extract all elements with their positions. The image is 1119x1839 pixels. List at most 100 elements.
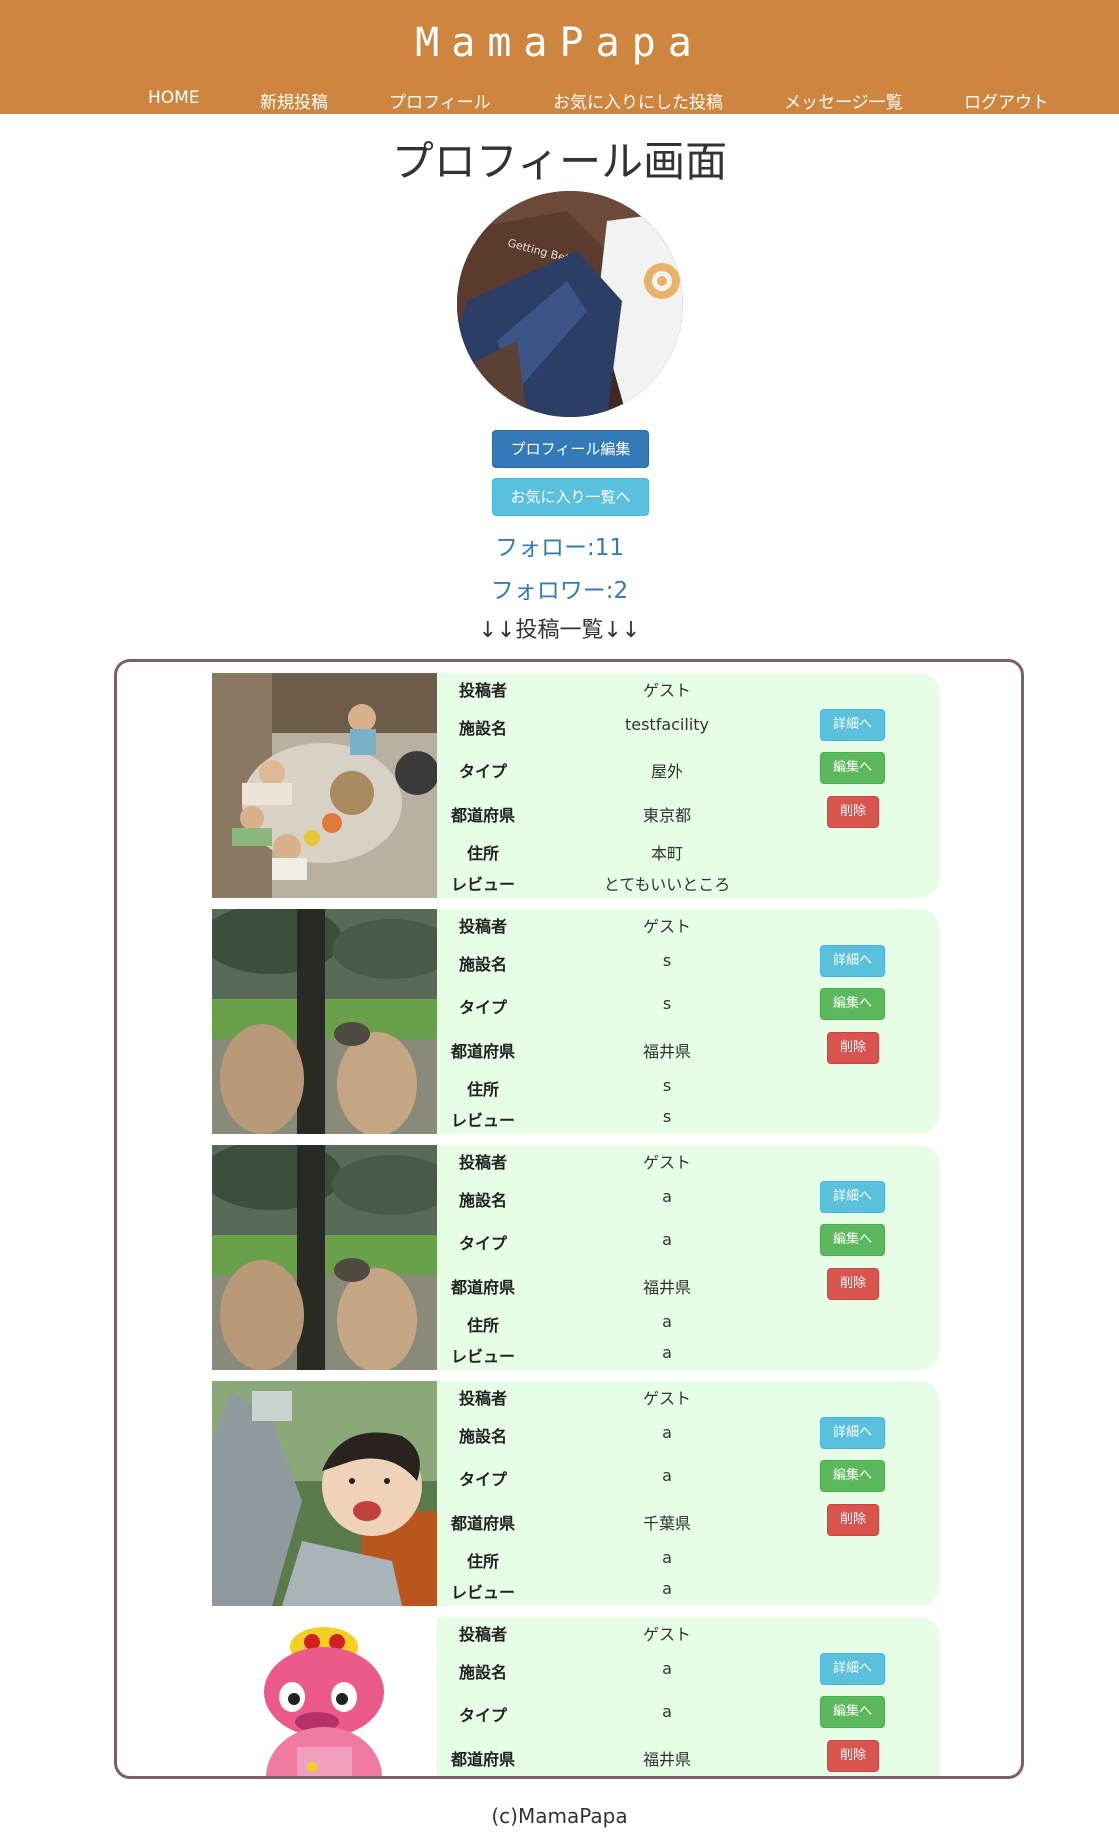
post-details: 投稿者 ゲスト 施設名 a タイプ a 都道府県 福井県 住所 a レビュー a… bbox=[437, 1145, 940, 1370]
favorites-list-button[interactable]: お気に入り一覧へ bbox=[492, 478, 649, 516]
edit-profile-button[interactable]: プロフィール編集 bbox=[492, 430, 649, 468]
prefecture-value: 福井県 bbox=[642, 1750, 691, 1769]
edit-button[interactable]: 編集へ bbox=[820, 988, 885, 1020]
facility-label: 施設名 bbox=[458, 955, 507, 974]
detail-button[interactable]: 詳細へ bbox=[820, 1181, 885, 1213]
delete-button[interactable]: 削除 bbox=[827, 1268, 879, 1300]
post-details: 投稿者 ゲスト 施設名 a タイプ a 都道府県 福井県 詳細へ 編集へ 削除 bbox=[437, 1617, 940, 1776]
address-label: 住所 bbox=[466, 844, 499, 863]
type-label: タイプ bbox=[458, 998, 507, 1017]
detail-button[interactable]: 詳細へ bbox=[820, 1653, 885, 1685]
review-label: レビュー bbox=[450, 1347, 515, 1366]
poster-label: 投稿者 bbox=[458, 1389, 507, 1408]
post-photo bbox=[212, 673, 437, 898]
prefecture-value: 千葉県 bbox=[642, 1514, 691, 1533]
posts-heading: ↓↓投稿一覧↓↓ bbox=[478, 618, 641, 643]
poster-value: ゲスト bbox=[642, 1389, 691, 1408]
review-value: とてもいいところ bbox=[603, 875, 731, 894]
type-value: a bbox=[662, 1702, 672, 1721]
edit-button[interactable]: 編集へ bbox=[820, 1224, 885, 1256]
delete-button[interactable]: 削除 bbox=[827, 1740, 879, 1772]
detail-button[interactable]: 詳細へ bbox=[820, 945, 885, 977]
posts-list[interactable]: 投稿者 ゲスト 施設名 testfacility タイプ 屋外 都道府県 東京都… bbox=[114, 659, 1024, 1779]
type-value: a bbox=[662, 1230, 672, 1249]
nav-profile[interactable]: プロフィール bbox=[389, 88, 491, 113]
review-label: レビュー bbox=[450, 1583, 515, 1602]
page-title: プロフィール画面 bbox=[391, 137, 728, 186]
prefecture-label: 都道府県 bbox=[450, 1750, 515, 1769]
address-value: s bbox=[662, 1076, 672, 1095]
facility-label: 施設名 bbox=[458, 1663, 507, 1682]
type-value: a bbox=[662, 1466, 672, 1485]
address-label: 住所 bbox=[466, 1552, 499, 1571]
post-card: 投稿者 ゲスト 施設名 s タイプ s 都道府県 福井県 住所 s レビュー s… bbox=[212, 909, 940, 1134]
detail-button[interactable]: 詳細へ bbox=[820, 1417, 885, 1449]
post-photo bbox=[212, 1145, 437, 1370]
post-details: 投稿者 ゲスト 施設名 a タイプ a 都道府県 千葉県 住所 a レビュー a… bbox=[437, 1381, 940, 1606]
facility-value: testfacility bbox=[624, 715, 710, 734]
delete-button[interactable]: 削除 bbox=[827, 796, 879, 828]
footer-copyright: (c)MamaPapa bbox=[491, 1804, 628, 1828]
nav-messages[interactable]: メッセージ一覧 bbox=[784, 88, 903, 113]
address-value: 本町 bbox=[650, 844, 683, 863]
address-value: a bbox=[662, 1548, 672, 1567]
facility-value: a bbox=[662, 1659, 672, 1678]
delete-button[interactable]: 削除 bbox=[827, 1504, 879, 1536]
type-label: タイプ bbox=[458, 1470, 507, 1489]
address-label: 住所 bbox=[466, 1080, 499, 1099]
review-value: a bbox=[662, 1343, 672, 1362]
facility-label: 施設名 bbox=[458, 1191, 507, 1210]
poster-value: ゲスト bbox=[642, 681, 691, 700]
nav-favorites[interactable]: お気に入りにした投稿 bbox=[553, 88, 723, 113]
prefecture-label: 都道府県 bbox=[450, 1042, 515, 1061]
address-label: 住所 bbox=[466, 1316, 499, 1335]
prefecture-value: 福井県 bbox=[642, 1278, 691, 1297]
prefecture-label: 都道府県 bbox=[450, 806, 515, 825]
post-details: 投稿者 ゲスト 施設名 s タイプ s 都道府県 福井県 住所 s レビュー s… bbox=[437, 909, 940, 1134]
review-label: レビュー bbox=[450, 1111, 515, 1130]
type-value: 屋外 bbox=[650, 762, 683, 781]
facility-value: a bbox=[662, 1423, 672, 1442]
facility-value: s bbox=[662, 951, 672, 970]
prefecture-value: 福井県 bbox=[642, 1042, 691, 1061]
type-value: s bbox=[662, 994, 672, 1013]
poster-value: ゲスト bbox=[642, 1625, 691, 1644]
poster-label: 投稿者 bbox=[458, 1153, 507, 1172]
post-card: 投稿者 ゲスト 施設名 a タイプ a 都道府県 千葉県 住所 a レビュー a… bbox=[212, 1381, 940, 1606]
follower-count-link[interactable]: フォロワー:2 bbox=[0, 571, 1119, 605]
poster-label: 投稿者 bbox=[458, 681, 507, 700]
review-label: レビュー bbox=[450, 875, 515, 894]
facility-label: 施設名 bbox=[458, 1427, 507, 1446]
post-card: 投稿者 ゲスト 施設名 a タイプ a 都道府県 福井県 住所 a レビュー a… bbox=[212, 1145, 940, 1370]
profile-avatar: Getting Better bbox=[457, 191, 683, 417]
prefecture-value: 東京都 bbox=[642, 806, 691, 825]
site-brand[interactable]: MamaPapa bbox=[0, 20, 1119, 66]
type-label: タイプ bbox=[458, 1234, 507, 1253]
edit-button[interactable]: 編集へ bbox=[820, 752, 885, 784]
review-value: a bbox=[662, 1579, 672, 1598]
facility-label: 施設名 bbox=[458, 719, 507, 738]
site-header: MamaPapa HOME 新規投稿 プロフィール お気に入りにした投稿 メッセ… bbox=[0, 0, 1119, 114]
prefecture-label: 都道府県 bbox=[450, 1514, 515, 1533]
delete-button[interactable]: 削除 bbox=[827, 1032, 879, 1064]
edit-button[interactable]: 編集へ bbox=[820, 1460, 885, 1492]
review-value: s bbox=[662, 1107, 672, 1126]
follow-count-link[interactable]: フォロー:11 bbox=[0, 528, 1119, 562]
nav-logout[interactable]: ログアウト bbox=[964, 88, 1049, 113]
post-details: 投稿者 ゲスト 施設名 testfacility タイプ 屋外 都道府県 東京都… bbox=[437, 673, 940, 898]
address-value: a bbox=[662, 1312, 672, 1331]
post-card: 投稿者 ゲスト 施設名 a タイプ a 都道府県 福井県 詳細へ 編集へ 削除 bbox=[212, 1617, 940, 1776]
post-card: 投稿者 ゲスト 施設名 testfacility タイプ 屋外 都道府県 東京都… bbox=[212, 673, 940, 898]
poster-value: ゲスト bbox=[642, 917, 691, 936]
prefecture-label: 都道府県 bbox=[450, 1278, 515, 1297]
nav-new-post[interactable]: 新規投稿 bbox=[260, 88, 328, 113]
detail-button[interactable]: 詳細へ bbox=[820, 709, 885, 741]
post-photo bbox=[212, 1617, 437, 1776]
edit-button[interactable]: 編集へ bbox=[820, 1696, 885, 1728]
nav-home[interactable]: HOME bbox=[148, 88, 200, 108]
type-label: タイプ bbox=[458, 762, 507, 781]
post-photo bbox=[212, 909, 437, 1134]
poster-value: ゲスト bbox=[642, 1153, 691, 1172]
main-nav: HOME 新規投稿 プロフィール お気に入りにした投稿 メッセージ一覧 ログアウ… bbox=[0, 88, 1119, 113]
facility-value: a bbox=[662, 1187, 672, 1206]
